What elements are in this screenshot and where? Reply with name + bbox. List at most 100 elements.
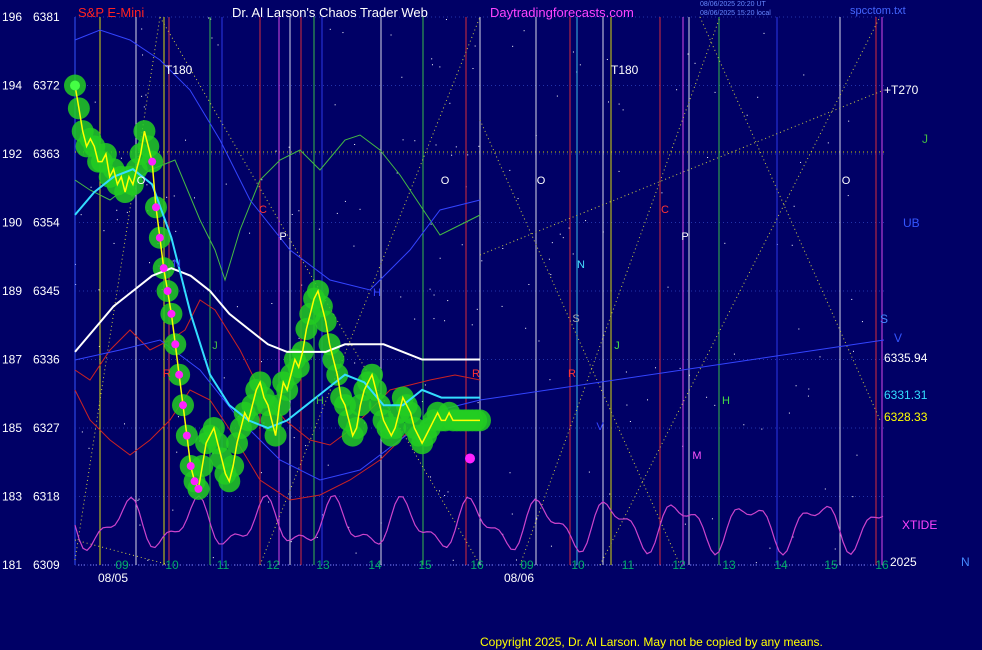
cycle-marker: H [722, 395, 730, 407]
star-dot [451, 154, 453, 156]
star-dot [625, 371, 627, 373]
y-tick-left: 187 [2, 353, 22, 367]
star-dot [714, 91, 716, 93]
y-tick-left: 183 [2, 490, 22, 504]
t180-label: T180 [611, 63, 639, 77]
star-dot [572, 253, 574, 255]
timestamp-ut: 08/06/2025 20:20 UT [700, 1, 766, 8]
diagonal-line [74, 16, 161, 561]
price-low-dot [190, 477, 199, 486]
star-dot [90, 186, 92, 188]
star-dot [509, 169, 511, 171]
star-dot [298, 337, 300, 339]
star-dot [177, 416, 179, 418]
site-url[interactable]: Daytradingforecasts.com [490, 5, 634, 20]
cycle-marker: O [441, 175, 450, 187]
x-hour-label: 16 [470, 558, 484, 572]
star-dot [401, 76, 403, 78]
star-dot [585, 220, 587, 222]
star-dot [467, 154, 469, 156]
star-dot [225, 183, 227, 185]
star-dot [223, 377, 225, 379]
star-dot [819, 356, 821, 358]
star-dot [676, 89, 678, 91]
star-dot [568, 227, 570, 229]
star-dot [572, 51, 574, 53]
star-dot [501, 305, 503, 307]
y-tick-left: 190 [2, 216, 22, 230]
star-dot [353, 245, 355, 247]
star-dot [746, 114, 748, 116]
star-dot [249, 232, 251, 234]
y-tick-left: 192 [2, 147, 22, 161]
y-tick-right: 6354 [33, 216, 60, 230]
price-low-dot [182, 431, 191, 440]
star-dot [414, 318, 416, 320]
star-dot [694, 62, 696, 64]
star-dot [113, 242, 115, 244]
star-dot [679, 367, 681, 369]
star-dot [655, 367, 657, 369]
star-dot [824, 488, 826, 490]
cycle-marker: P [279, 231, 286, 243]
price-low-dot [163, 287, 172, 295]
star-dot [81, 431, 83, 433]
x-hour-label: 13 [316, 558, 330, 572]
star-dot [517, 198, 519, 200]
star-dot [622, 109, 624, 111]
x-hour-label: 16 [875, 558, 889, 572]
price-level-label: 6335.94 [884, 351, 928, 365]
star-dot [549, 379, 551, 381]
star-dot [476, 308, 478, 310]
star-dot [433, 294, 435, 296]
star-dot [103, 230, 105, 232]
star-dot [478, 145, 480, 147]
star-dot [327, 464, 329, 466]
price-low-dot [186, 462, 195, 471]
x-hour-label: 12 [266, 558, 280, 572]
cycle-marker: O [137, 175, 146, 187]
star-dot [290, 541, 292, 543]
y-tick-right: 6336 [33, 353, 60, 367]
star-dot [609, 493, 611, 495]
y-tick-left: 194 [2, 79, 22, 93]
star-dot [481, 260, 483, 262]
y-tick-right: 6318 [33, 490, 60, 504]
star-dot [172, 509, 174, 511]
star-dot [647, 399, 649, 401]
star-dot [629, 421, 631, 423]
star-dot [139, 524, 141, 526]
star-dot [212, 557, 214, 559]
star-dot [439, 257, 441, 259]
star-dot [141, 95, 143, 97]
star-dot [763, 32, 765, 34]
star-dot [429, 288, 431, 290]
s-label: S [880, 312, 888, 326]
cycle-marker: H [373, 287, 381, 299]
star-dot [562, 237, 564, 239]
star-dot [755, 562, 757, 564]
star-dot [138, 498, 140, 500]
star-dot [175, 230, 177, 232]
star-dot [329, 28, 331, 30]
star-dot [803, 74, 805, 76]
star-dot [120, 157, 122, 159]
star-dot [788, 412, 790, 414]
star-dot [414, 140, 416, 142]
price-low-dot [159, 264, 168, 273]
x-hour-label: 11 [622, 558, 635, 572]
cycle-marker: C [661, 204, 669, 216]
star-dot [318, 228, 320, 230]
star-dot [769, 547, 771, 549]
price-chart: 196 6381194 6372192 6363190 6354189 6345187 63… [2, 10, 970, 585]
price-low-dot [167, 309, 176, 318]
cycle-marker: N [577, 259, 585, 271]
cycle-marker: N [173, 258, 181, 270]
x-hour-label: 13 [722, 558, 736, 572]
x-hour-label: 11 [217, 558, 230, 572]
star-dot [261, 179, 263, 181]
star-dot [116, 209, 118, 211]
star-dot [145, 94, 147, 96]
star-dot [807, 395, 809, 397]
star-dot [430, 223, 432, 225]
